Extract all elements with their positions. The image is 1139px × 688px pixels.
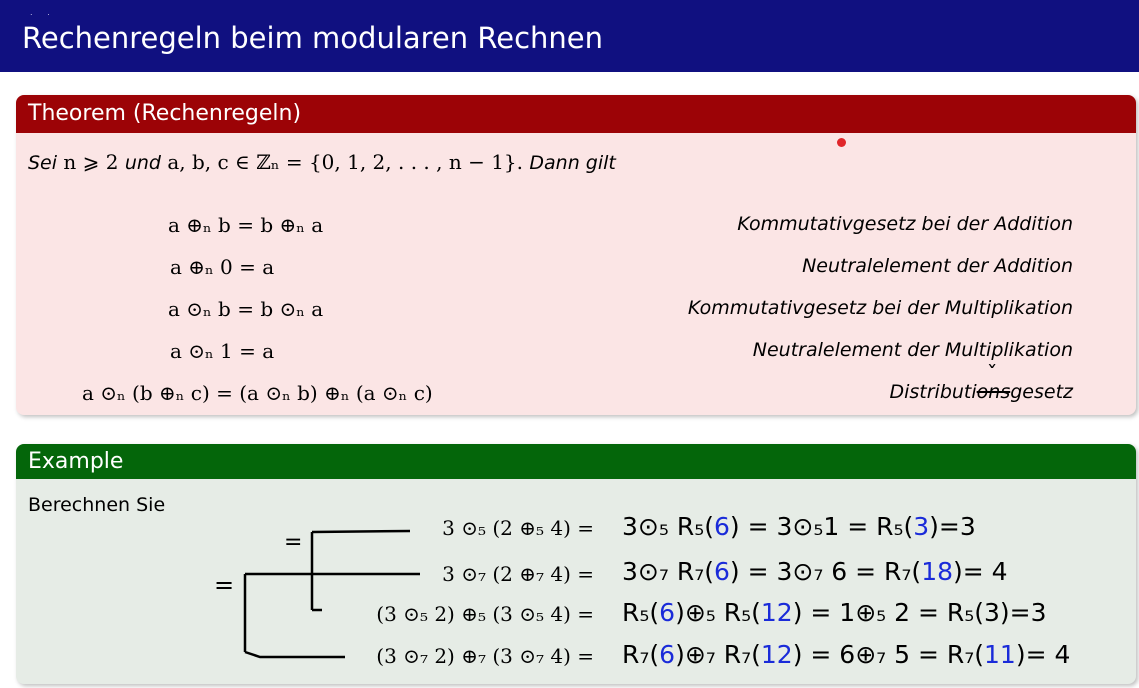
work-part: ) = 3⊙₅1 = R₅( [729, 512, 914, 541]
work-part: R₅( [622, 598, 660, 627]
bracket-inner-lines [310, 529, 411, 612]
task-expression: (3 ⊙₇ 2) ⊕₇ (3 ⊙₇ 4) = [376, 644, 594, 668]
work-part-blue: 18 [921, 557, 953, 586]
work-part-blue: 6 [713, 512, 730, 541]
handwritten-work: 3⊙₅ R₅(6) = 3⊙₅1 = R₅(3)=3 [622, 512, 976, 541]
work-part-blue: 6 [659, 598, 676, 627]
work-part: )= 4 [1015, 640, 1071, 669]
handwritten-work: R₅(6)⊕₅ R₅(12) = 1⊕₅ 2 = R₅(3)=3 [622, 598, 1047, 627]
work-part-blue: 6 [659, 640, 676, 669]
handwritten-work: R₇(6)⊕₇ R₇(12) = 6⊕₇ 5 = R₇(11)= 4 [622, 640, 1070, 669]
work-part: R₇( [622, 640, 660, 669]
equals-sign-outer: = [214, 571, 235, 599]
work-part: ) = 6⊕₇ 5 = R₇( [792, 640, 985, 669]
work-part: 3⊙₇ R₇( [622, 557, 714, 586]
task-expression: 3 ⊙₇ (2 ⊕₇ 4) = [442, 562, 594, 586]
work-part: )⊕₇ R₇( [675, 640, 761, 669]
work-part: 3⊙₅ R₅( [622, 512, 714, 541]
task-expression: 3 ⊙₅ (2 ⊕₅ 4) = [442, 516, 594, 540]
work-part-blue: 11 [984, 640, 1016, 669]
work-part: )⊕₅ R₅( [675, 598, 761, 627]
equals-sign-inner: = [284, 530, 303, 555]
work-part: ) = 3⊙₇ 6 = R₇( [729, 557, 922, 586]
work-part-blue: 12 [760, 640, 793, 669]
task-expression: (3 ⊙₅ 2) ⊕₅ (3 ⊙₅ 4) = [376, 602, 594, 626]
handwritten-work: 3⊙₇ R₇(6) = 3⊙₇ 6 = R₇(18)= 4 [622, 557, 1008, 586]
work-part-blue: 3 [913, 512, 930, 541]
work-part-blue: 12 [760, 598, 793, 627]
work-part: ) = 1⊕₅ 2 = R₅(3)=3 [792, 598, 1047, 627]
work-part: )= 4 [953, 557, 1008, 586]
work-part-blue: 6 [713, 557, 730, 586]
work-part: )=3 [929, 512, 976, 541]
